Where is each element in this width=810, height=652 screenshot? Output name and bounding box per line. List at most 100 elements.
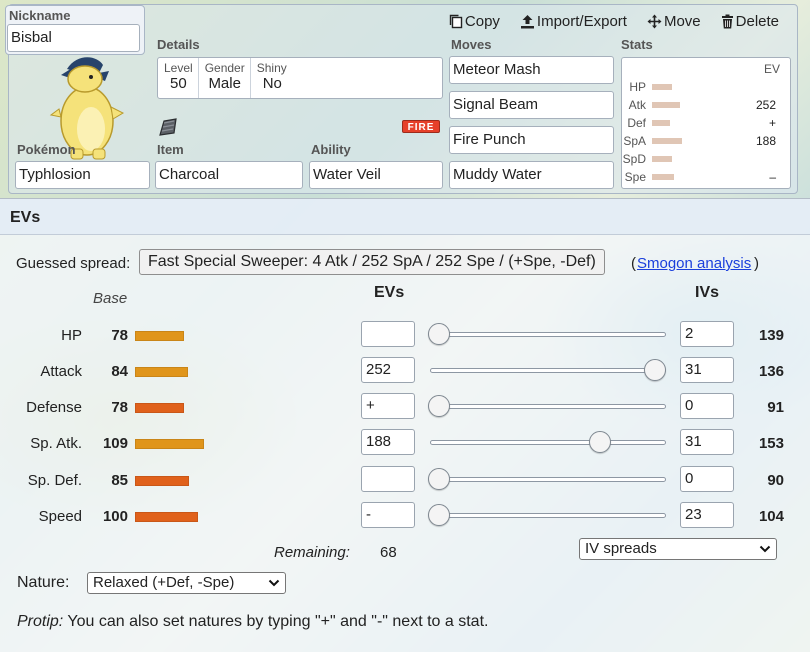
ev-slider-track[interactable] [430, 404, 666, 409]
nature-value: Relaxed (+Def, -Spe) [93, 574, 235, 591]
iv-spreads-select[interactable]: IV spreads [579, 538, 777, 560]
base-stat-bar [135, 476, 189, 486]
ev-stat-row: Defense 78 +0 91 [0, 393, 810, 423]
stat-total: 104 [758, 508, 784, 525]
smogon-paren-close: ) [754, 255, 759, 272]
clipboard-icon [449, 14, 463, 29]
stat-name: Sp. Atk. [30, 435, 82, 452]
ev-slider-track[interactable] [430, 513, 666, 518]
stat-summary-label: HP [629, 80, 646, 94]
guessed-spread-button[interactable]: Fast Special Sweeper: 4 Atk / 252 SpA / … [139, 249, 605, 275]
ev-input[interactable]: 252 [361, 357, 415, 383]
ivs-header: IVs [695, 284, 720, 301]
ev-slider-track[interactable] [430, 332, 666, 337]
ev-slider-track[interactable] [430, 368, 666, 373]
ability-input[interactable]: Water Veil [309, 161, 443, 189]
pokemon-label: Pokémon [17, 142, 76, 157]
ev-slider-thumb[interactable] [644, 359, 666, 381]
move-1-input[interactable]: Meteor Mash [449, 56, 614, 84]
stats-ev-header: EV [763, 62, 780, 76]
nickname-label: Nickname [9, 8, 71, 23]
remaining-value: 68 [380, 544, 397, 561]
base-stat-bar [135, 367, 188, 377]
ev-input[interactable] [361, 321, 415, 347]
delete-label: Delete [735, 13, 779, 30]
iv-input[interactable]: 0 [680, 466, 734, 492]
protip-text: You can also set natures by typing "+" a… [63, 613, 489, 630]
stat-name: Sp. Def. [27, 472, 82, 489]
stat-summary-row: SpD [623, 152, 786, 170]
moves-label: Moves [451, 37, 492, 52]
iv-input[interactable]: 23 [680, 502, 734, 528]
stat-summary-bar [652, 120, 670, 126]
ev-stat-row: Speed 100 - 23 104 [0, 502, 810, 532]
move-3-input[interactable]: Fire Punch [449, 126, 614, 154]
ev-stat-row: Attack 84 252 31 136 [0, 357, 810, 387]
chevron-down-icon [759, 541, 771, 563]
stat-summary-ev: 188 [755, 134, 776, 148]
trash-icon [721, 14, 734, 29]
stat-total: 91 [767, 399, 784, 416]
chevron-down-icon [268, 575, 280, 597]
ev-input[interactable]: + [361, 393, 415, 419]
stat-summary-bar [652, 84, 672, 90]
import-export-button[interactable]: Import/Export [520, 13, 627, 30]
ev-input[interactable] [361, 466, 415, 492]
evs-header: EVs [374, 284, 405, 301]
base-header: Base [93, 290, 128, 307]
stat-summary-bar [652, 156, 672, 162]
ev-slider-thumb[interactable] [428, 395, 450, 417]
iv-input[interactable]: 2 [680, 321, 734, 347]
level-field: Level 50 [158, 58, 199, 98]
nature-select[interactable]: Relaxed (+Def, -Spe) [87, 572, 286, 594]
iv-input[interactable]: 31 [680, 429, 734, 455]
ev-slider-thumb[interactable] [589, 431, 611, 453]
charcoal-item-icon [155, 115, 181, 145]
move-label: Move [663, 13, 701, 30]
iv-input[interactable]: 31 [680, 357, 734, 383]
move-button[interactable]: Move [647, 13, 701, 30]
ev-slider-thumb[interactable] [428, 468, 450, 490]
delete-button[interactable]: Delete [721, 13, 779, 30]
protip: Protip: You can also set natures by typi… [17, 613, 488, 631]
base-stat-value: 100 [102, 508, 128, 525]
stat-summary-label: Spe [624, 170, 646, 184]
nature-label: Nature: [17, 574, 70, 591]
copy-button[interactable]: Copy [449, 13, 500, 30]
ev-slider-track[interactable] [430, 477, 666, 482]
ev-input[interactable]: 188 [361, 429, 415, 455]
ev-slider-thumb[interactable] [428, 323, 450, 345]
move-2-input[interactable]: Signal Beam [449, 91, 614, 119]
base-stat-bar [135, 439, 204, 449]
move-4-input[interactable]: Muddy Water [449, 161, 614, 189]
stats-label: Stats [621, 37, 653, 52]
details-box[interactable]: Level 50 Gender Male Shiny No [157, 57, 443, 99]
stat-summary-ev: 252 [755, 98, 776, 112]
stat-summary-label: Def [627, 116, 646, 130]
ev-slider-thumb[interactable] [428, 504, 450, 526]
stat-total: 153 [758, 435, 784, 452]
iv-input[interactable]: 0 [680, 393, 734, 419]
nickname-input[interactable]: Bisbal [7, 24, 140, 52]
item-input[interactable]: Charcoal [155, 161, 303, 189]
stats-summary[interactable]: EV HP Atk 252 Def + SpA 188 SpD Spe – [621, 57, 791, 189]
base-stat-value: 78 [111, 399, 128, 416]
stat-summary-bar [652, 174, 674, 180]
stat-summary-ev: – [769, 170, 776, 184]
base-stat-bar [135, 512, 198, 522]
set-actions: Copy Import/Export Move Delete [449, 13, 779, 30]
copy-label: Copy [464, 13, 500, 30]
shiny-label: Shiny [256, 61, 287, 75]
gender-value: Male [208, 75, 241, 92]
stat-name: Attack [40, 363, 82, 380]
remaining-label: Remaining: [274, 544, 350, 561]
item-label: Item [157, 142, 184, 157]
stat-total: 136 [758, 363, 784, 380]
stat-summary-row: Spe – [624, 170, 786, 188]
gender-label: Gender [204, 61, 245, 75]
ev-slider-track[interactable] [430, 440, 666, 445]
ev-input[interactable]: - [361, 502, 415, 528]
smogon-analysis-link[interactable]: Smogon analysis [637, 255, 751, 272]
base-stat-bar [135, 403, 184, 413]
pokemon-input[interactable]: Typhlosion [15, 161, 150, 189]
